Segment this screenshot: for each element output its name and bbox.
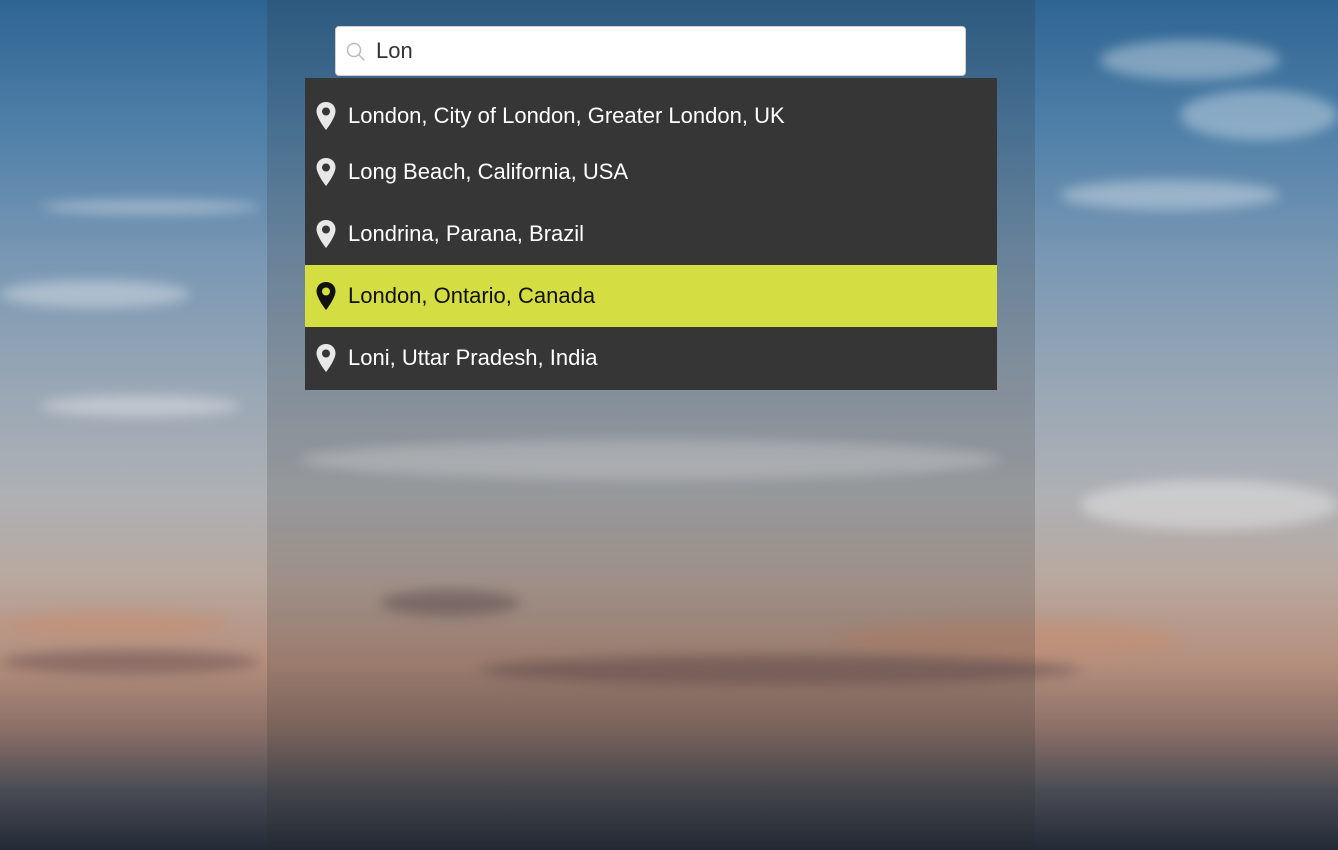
search-input[interactable] <box>376 36 956 66</box>
suggestion-item-london-ontario[interactable]: London, Ontario, Canada <box>305 265 997 327</box>
cloud <box>40 200 260 214</box>
cloud <box>1080 480 1338 530</box>
suggestion-label: London, City of London, Greater London, … <box>348 103 785 128</box>
suggestion-list: London, City of London, Greater London, … <box>305 78 997 390</box>
cloud <box>40 395 240 417</box>
cloud <box>0 650 260 674</box>
cloud <box>1060 180 1280 210</box>
suggestion-label: Long Beach, California, USA <box>348 159 629 184</box>
map-pin-icon <box>315 343 337 373</box>
suggestion-label: London, Ontario, Canada <box>348 283 596 308</box>
suggestion-item-long-beach[interactable]: Long Beach, California, USA <box>305 141 997 203</box>
cloud <box>1180 90 1338 140</box>
cloud <box>0 280 190 308</box>
suggestion-item-london-uk[interactable]: London, City of London, Greater London, … <box>305 78 997 141</box>
search-box[interactable] <box>335 26 966 76</box>
cloud <box>0 610 230 640</box>
map-pin-icon <box>315 157 337 187</box>
map-pin-icon <box>315 101 337 131</box>
suggestion-item-londrina[interactable]: Londrina, Parana, Brazil <box>305 203 997 265</box>
search-icon <box>346 42 366 62</box>
cloud <box>1100 40 1280 80</box>
map-pin-icon <box>315 281 337 311</box>
map-pin-icon <box>315 219 337 249</box>
suggestion-item-loni[interactable]: Loni, Uttar Pradesh, India <box>305 327 997 389</box>
suggestion-label: Londrina, Parana, Brazil <box>348 221 585 246</box>
suggestion-label: Loni, Uttar Pradesh, India <box>348 345 598 370</box>
